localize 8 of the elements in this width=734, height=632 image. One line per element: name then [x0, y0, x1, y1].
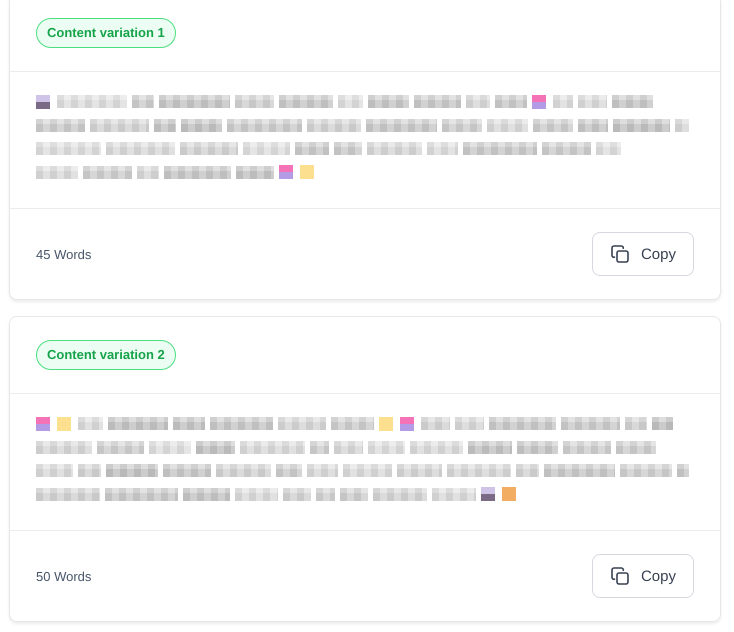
copy-icon	[610, 567, 629, 585]
variation-badge: Content variation 2	[36, 340, 176, 370]
copy-button[interactable]: Copy	[592, 554, 694, 598]
copy-icon	[610, 245, 629, 263]
variation-badge: Content variation 1	[36, 18, 176, 48]
word-count: 50 Words	[36, 568, 92, 584]
word-count: 45 Words	[36, 246, 92, 262]
copy-button[interactable]: Copy	[592, 232, 694, 276]
